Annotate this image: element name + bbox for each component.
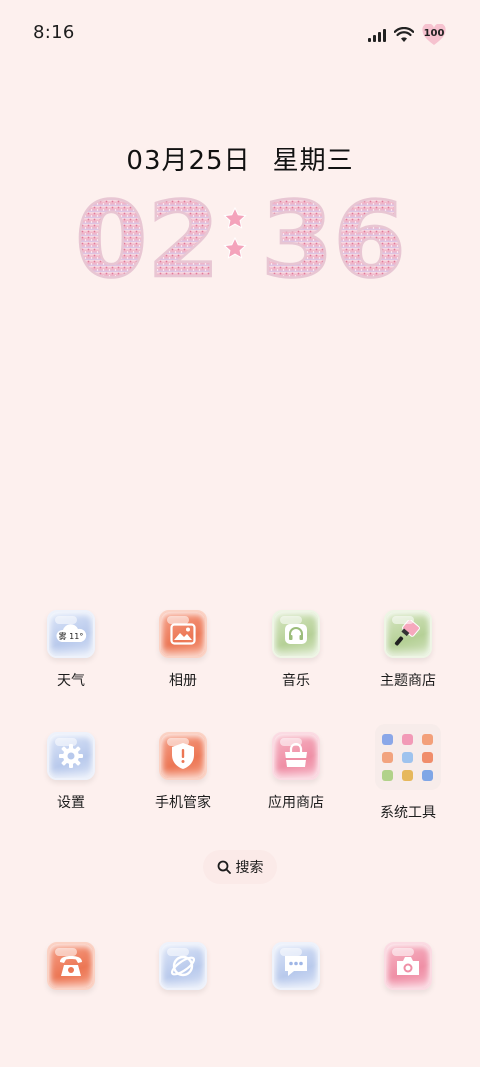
browser-icon (159, 942, 207, 990)
clock-widget[interactable]: 02 36 (0, 188, 480, 288)
weather-icon: 雾 11° (47, 610, 95, 658)
wifi-icon (394, 27, 414, 42)
search-icon (217, 860, 231, 874)
app-label: 手机管家 (155, 795, 211, 811)
clock-hour: 02 (75, 188, 220, 288)
gear-icon (47, 732, 95, 780)
app-system-tools-folder[interactable]: 系统工具 (352, 724, 464, 822)
app-label: 相册 (169, 673, 197, 689)
app-label: 天气 (57, 673, 85, 689)
message-icon (272, 942, 320, 990)
app-weather[interactable]: 雾 11° 天气 (15, 610, 127, 690)
headphones-icon (272, 610, 320, 658)
shield-icon (159, 732, 207, 780)
search-label: 搜索 (235, 860, 264, 876)
shopping-bag-icon (272, 732, 320, 780)
battery-level: 100 (423, 28, 445, 39)
camera-icon (384, 942, 432, 990)
app-app-store[interactable]: 应用商店 (240, 732, 352, 812)
app-gallery[interactable]: 相册 (127, 610, 239, 690)
signal-icon (368, 28, 386, 42)
folder-icon (375, 724, 441, 790)
date-text: 03月25日 (126, 146, 251, 176)
dock-browser[interactable] (127, 942, 239, 990)
app-phone-manager[interactable]: 手机管家 (127, 732, 239, 812)
app-label: 系统工具 (380, 805, 436, 821)
status-time: 8:16 (33, 22, 75, 43)
app-label: 应用商店 (268, 795, 324, 811)
status-bar: 8:16 100 (0, 0, 480, 68)
search-button[interactable]: 搜索 (203, 850, 277, 884)
dock-camera[interactable] (352, 942, 464, 990)
phone-icon (47, 942, 95, 990)
gallery-icon (159, 610, 207, 658)
weekday-text: 星期三 (272, 146, 354, 176)
dock-messages[interactable] (240, 942, 352, 990)
dock-phone[interactable] (15, 942, 127, 990)
date-widget[interactable]: 03月25日 星期三 (0, 140, 480, 177)
app-settings[interactable]: 设置 (15, 732, 127, 812)
status-icons: 100 (368, 24, 446, 46)
app-label: 主题商店 (380, 673, 436, 689)
clock-minute: 36 (261, 188, 405, 288)
app-theme-store[interactable]: 主题商店 (352, 610, 464, 690)
paintbrush-icon (384, 610, 432, 658)
app-music[interactable]: 音乐 (240, 610, 352, 690)
home-screen: 8:16 100 03月25日 星期三 02 36 雾 11° 天气 相册 音乐… (0, 0, 480, 1067)
star-separator-icon (223, 206, 247, 259)
app-label: 设置 (57, 795, 85, 811)
weather-temp: 雾 11° (58, 632, 84, 641)
app-label: 音乐 (282, 673, 310, 689)
battery-heart-icon: 100 (422, 24, 446, 46)
